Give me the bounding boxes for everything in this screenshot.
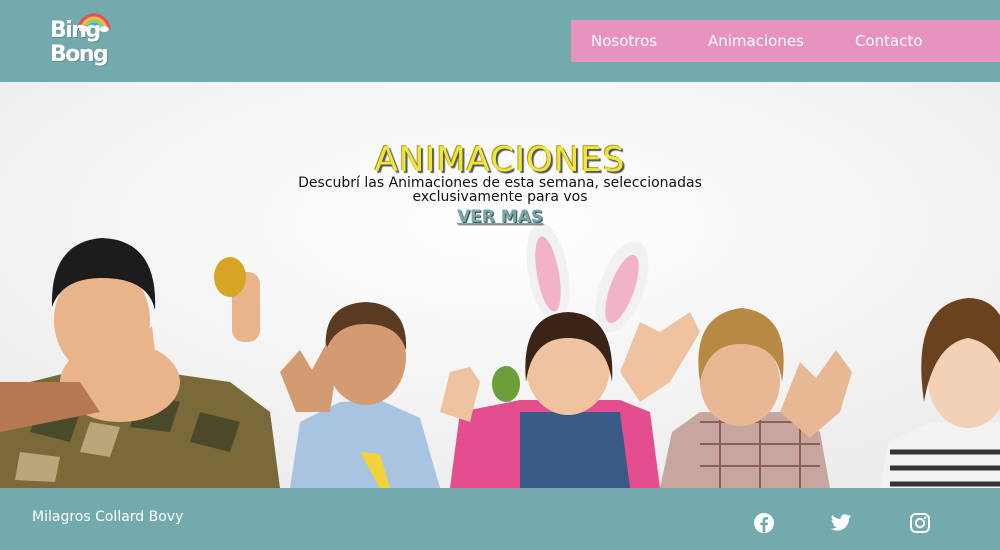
nav-link-animaciones[interactable]: Animaciones: [708, 32, 804, 50]
site-header: Bing Bong Nosotros Animaciones Contacto: [0, 0, 1000, 82]
bing-bong-logo[interactable]: Bing Bong: [50, 10, 114, 76]
ver-mas-link[interactable]: VER MAS: [457, 207, 543, 227]
logo-word-bing: Bing: [50, 18, 101, 43]
logo-word-bong: Bong: [50, 42, 109, 67]
main-nav: Nosotros Animaciones Contacto: [571, 20, 1000, 62]
hero-subtitle: Descubrí las Animaciones de esta semana,…: [298, 175, 702, 205]
hero-title: ANIMACIONES: [374, 140, 626, 180]
facebook-icon[interactable]: [753, 512, 775, 534]
site-footer: Milagros Collard Bovy: [0, 488, 1000, 550]
nav-link-nosotros[interactable]: Nosotros: [591, 32, 657, 50]
instagram-icon[interactable]: [909, 512, 931, 534]
hero-banner: ANIMACIONES Descubrí las Animaciones de …: [0, 82, 1000, 488]
footer-author: Milagros Collard Bovy: [32, 509, 184, 525]
nav-link-contacto[interactable]: Contacto: [855, 32, 923, 50]
twitter-icon[interactable]: [830, 512, 852, 534]
